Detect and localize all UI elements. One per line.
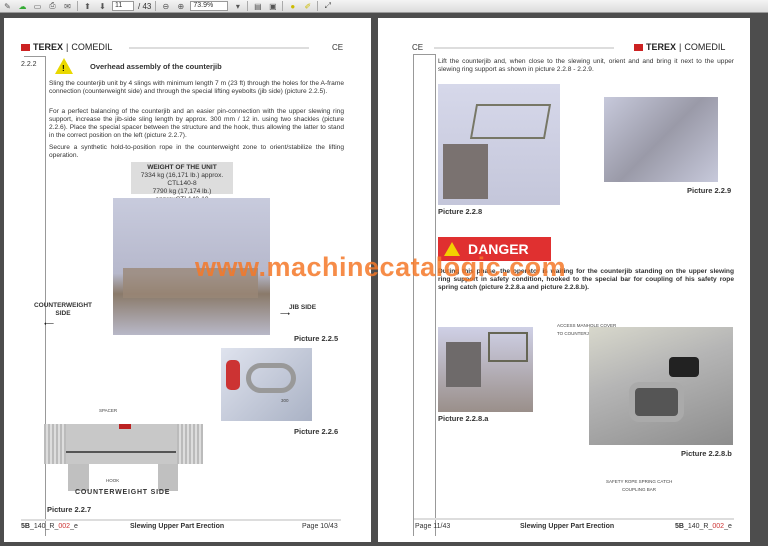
divider bbox=[155, 1, 157, 11]
page-number-input[interactable]: 11 bbox=[112, 1, 134, 11]
section-title: Overhead assembly of the counterjib bbox=[90, 62, 222, 71]
spacer-label: SPACER bbox=[99, 408, 118, 413]
next-page-button[interactable]: ⬇ bbox=[97, 1, 108, 11]
weight-row: 7334 kg (16,171 lb.) approx. CTL140-8 bbox=[140, 172, 224, 187]
fit-page-icon[interactable]: ▤ bbox=[252, 1, 263, 11]
footer-title: Slewing Upper Part Erection bbox=[130, 523, 225, 530]
prev-page-button[interactable]: ⬆ bbox=[82, 1, 93, 11]
comment-icon[interactable]: ● bbox=[287, 1, 298, 11]
save-icon[interactable]: ▭ bbox=[32, 1, 43, 11]
paragraph: Secure a synthetic hold-to-position rope… bbox=[49, 144, 344, 159]
paragraph: For a perfect balancing of the counterji… bbox=[49, 108, 344, 139]
paragraph: Sling the counterjib unit by 4 slings wi… bbox=[49, 80, 344, 95]
highlight-icon[interactable]: ✐ bbox=[302, 1, 313, 11]
footer-rule bbox=[21, 519, 341, 521]
catch-label-2: COUPLING BAR bbox=[622, 487, 657, 492]
footer-page: Page 10/43 bbox=[302, 523, 338, 530]
fit-width-icon[interactable]: ▣ bbox=[267, 1, 278, 11]
caption-2-2-8-a: Picture 2.2.8.a bbox=[438, 414, 489, 423]
caption-2-2-7: Picture 2.2.7 bbox=[47, 505, 92, 514]
header-rule bbox=[129, 47, 309, 49]
section-number: 2.2.2 bbox=[21, 61, 37, 68]
cloud-icon[interactable]: ☁ bbox=[17, 1, 28, 11]
counterweight-side-label: COUNTERWEIGHT SIDE bbox=[33, 302, 93, 317]
footer-rule bbox=[414, 518, 734, 520]
footer-title: Slewing Upper Part Erection bbox=[520, 523, 615, 530]
drawing-2-2-8-b bbox=[589, 327, 733, 445]
ce-mark: CE bbox=[332, 43, 344, 52]
chevron-down-icon[interactable]: ▾ bbox=[232, 1, 243, 11]
footer-page: Page 11/43 bbox=[415, 523, 451, 530]
photo-shackles: 300 bbox=[221, 348, 312, 421]
weight-box: WEIGHT OF THE UNIT 7334 kg (16,171 lb.) … bbox=[131, 162, 233, 203]
photo-2-2-8 bbox=[438, 84, 560, 205]
print-icon[interactable]: ⎙ bbox=[47, 1, 58, 11]
dimension-label: 300 bbox=[281, 398, 289, 403]
intro-text: Lift the counterjib and, when close to t… bbox=[438, 58, 734, 73]
pdf-toolbar: ✎ ☁ ▭ ⎙ ✉ ⬆ ⬇ 11 / 43 ⊖ ⊕ 73.9% ▾ ▤ ▣ ● … bbox=[0, 0, 768, 13]
margin-bar bbox=[24, 56, 46, 536]
margin-bar bbox=[413, 54, 436, 536]
header-rule bbox=[434, 47, 614, 49]
zoom-select[interactable]: 73.9% bbox=[190, 1, 229, 11]
zoom-in-button[interactable]: ⊕ bbox=[175, 1, 186, 11]
counterweight-side-bottom: COUNTERWEIGHT SIDE bbox=[75, 489, 171, 496]
caption-2-2-8-b: Picture 2.2.8.b bbox=[681, 449, 732, 458]
terex-logo: TEREX | COMEDIL bbox=[634, 42, 725, 52]
email-icon[interactable]: ✉ bbox=[62, 1, 73, 11]
edit-icon[interactable]: ✎ bbox=[2, 1, 13, 11]
doc-code: 5B_140_R_002_e bbox=[675, 523, 732, 530]
photo-2-2-8-a bbox=[438, 327, 533, 412]
caption-2-2-8: Picture 2.2.8 bbox=[438, 207, 483, 216]
caption-2-2-9: Picture 2.2.9 bbox=[687, 186, 732, 195]
total-pages: / 43 bbox=[138, 1, 152, 11]
hook-label: HOOK bbox=[106, 478, 120, 483]
divider bbox=[77, 1, 78, 11]
fullscreen-icon[interactable]: ⤢ bbox=[322, 1, 333, 11]
divider bbox=[317, 1, 319, 11]
jib-side-label: JIB SIDE bbox=[289, 304, 317, 311]
weight-title: WEIGHT OF THE UNIT bbox=[147, 164, 217, 171]
divider bbox=[247, 1, 249, 11]
catch-label-1: SAFETY ROPE SPRING CATCH bbox=[606, 479, 673, 484]
caption-2-2-5: Picture 2.2.5 bbox=[294, 334, 339, 343]
drawing-counterweight-side bbox=[44, 424, 203, 464]
terex-logo: TEREX | COMEDIL bbox=[21, 42, 112, 52]
watermark: www.machinecatalogic.com bbox=[195, 252, 567, 282]
photo-2-2-9 bbox=[604, 97, 718, 182]
divider bbox=[282, 1, 284, 11]
ce-mark: CE bbox=[412, 43, 424, 52]
doc-code: 5B_140_R_002_e bbox=[21, 523, 78, 530]
zoom-out-button[interactable]: ⊖ bbox=[160, 1, 171, 11]
caption-2-2-6: Picture 2.2.6 bbox=[294, 427, 339, 436]
